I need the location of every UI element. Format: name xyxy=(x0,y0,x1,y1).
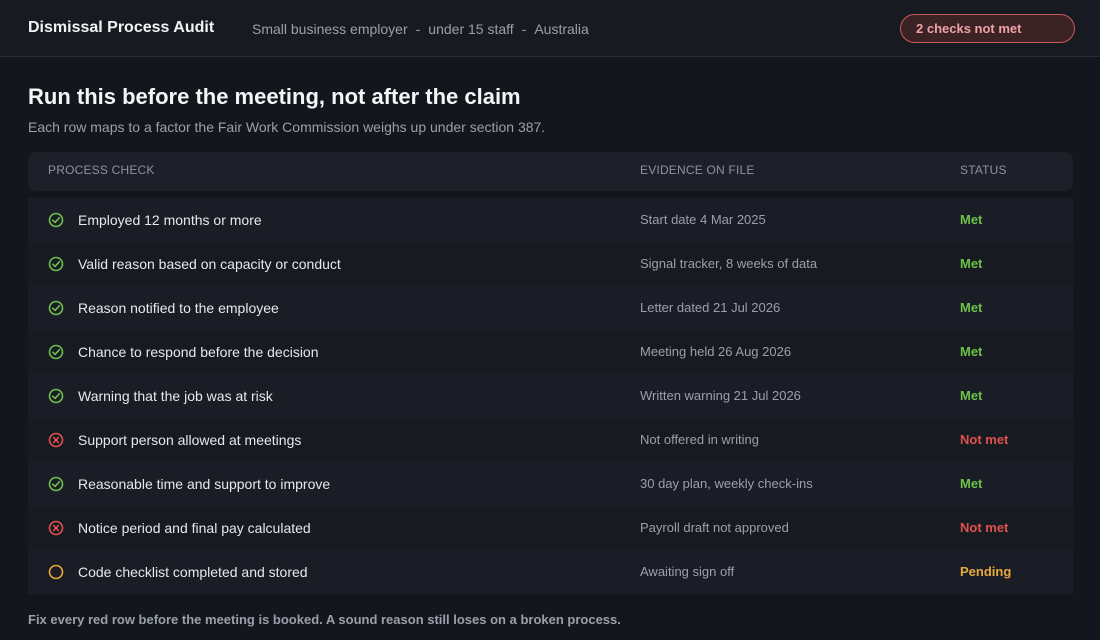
x-circle-icon xyxy=(48,520,64,536)
process-check-label: Employed 12 months or more xyxy=(78,212,262,228)
column-header-status: STATUS xyxy=(960,163,1007,177)
process-check-label: Warning that the job was at risk xyxy=(78,388,273,404)
status-label: Met xyxy=(960,344,983,359)
status-label: Met xyxy=(960,388,983,403)
check-circle-icon xyxy=(48,344,64,360)
process-check-label: Reason notified to the employee xyxy=(78,300,279,316)
table-row[interactable]: Warning that the job was at risk Written … xyxy=(28,374,1073,418)
context-meta: Small business employer - under 15 staff - A… xyxy=(252,21,589,37)
process-check-label: Reasonable time and support to improve xyxy=(78,476,331,492)
process-check-label: Support person allowed at meetings xyxy=(78,432,302,448)
evidence-text: Awaiting sign off xyxy=(640,564,735,579)
status-label: Pending xyxy=(960,564,1012,579)
evidence-text: 30 day plan, weekly check-ins xyxy=(640,476,813,491)
table-row[interactable]: Reasonable time and support to improve 30… xyxy=(28,462,1073,506)
x-circle-icon xyxy=(48,432,64,448)
status-label: Met xyxy=(960,476,983,491)
table-row[interactable]: Employed 12 months or more Start date 4 M… xyxy=(28,198,1073,242)
checks-table: Employed 12 months or more Start date 4 M… xyxy=(28,198,1073,594)
checks-not-met-badge[interactable]: 2 checks not met xyxy=(900,14,1075,43)
evidence-text: Start date 4 Mar 2025 xyxy=(640,212,766,227)
pending-circle-icon xyxy=(48,564,64,580)
footer-note: Fix every red row before the meeting is … xyxy=(28,612,621,627)
table-row[interactable]: Chance to respond before the decision Mee… xyxy=(28,330,1073,374)
evidence-text: Signal tracker, 8 weeks of data xyxy=(640,256,818,271)
meta-separator: - xyxy=(415,21,421,37)
column-header-evidence: EVIDENCE ON FILE xyxy=(640,163,755,177)
meta-staff-size: under 15 staff xyxy=(428,21,514,37)
evidence-text: Written warning 21 Jul 2026 xyxy=(640,388,801,403)
app-title: Dismissal Process Audit xyxy=(28,19,215,36)
page-subheading: Each row maps to a factor the Fair Work … xyxy=(28,119,546,135)
table-row[interactable]: Notice period and final pay calculated Pa… xyxy=(28,506,1073,550)
process-check-label: Valid reason based on capacity or conduc… xyxy=(78,256,341,272)
evidence-text: Meeting held 26 Aug 2026 xyxy=(640,344,792,359)
table-row[interactable]: Reason notified to the employee Letter da… xyxy=(28,286,1073,330)
status-label: Met xyxy=(960,300,983,315)
page-heading: Run this before the meeting, not after t… xyxy=(28,84,521,109)
status-label: Not met xyxy=(960,432,1009,447)
meta-separator: - xyxy=(521,21,527,37)
table-row[interactable]: Support person allowed at meetings Not of… xyxy=(28,418,1073,462)
meta-employer-type: Small business employer xyxy=(252,21,408,37)
table-header: PROCESS CHECK EVIDENCE ON FILE STATUS xyxy=(28,152,1073,191)
status-label: Not met xyxy=(960,520,1009,535)
process-check-label: Chance to respond before the decision xyxy=(78,344,319,360)
evidence-text: Letter dated 21 Jul 2026 xyxy=(640,300,781,315)
evidence-text: Payroll draft not approved xyxy=(640,520,789,535)
status-label: Met xyxy=(960,212,983,227)
check-circle-icon xyxy=(48,388,64,404)
process-check-label: Code checklist completed and stored xyxy=(78,564,308,580)
check-circle-icon xyxy=(48,476,64,492)
table-row[interactable]: Code checklist completed and stored Await… xyxy=(28,550,1073,594)
top-bar: Dismissal Process Audit Small business e… xyxy=(0,0,1100,57)
evidence-text: Not offered in writing xyxy=(640,432,759,447)
status-label: Met xyxy=(960,256,983,271)
check-circle-icon xyxy=(48,212,64,228)
check-circle-icon xyxy=(48,300,64,316)
table-row[interactable]: Valid reason based on capacity or conduc… xyxy=(28,242,1073,286)
check-circle-icon xyxy=(48,256,64,272)
column-header-process-check: PROCESS CHECK xyxy=(48,163,155,177)
process-check-label: Notice period and final pay calculated xyxy=(78,520,311,536)
meta-country: Australia xyxy=(534,21,589,37)
